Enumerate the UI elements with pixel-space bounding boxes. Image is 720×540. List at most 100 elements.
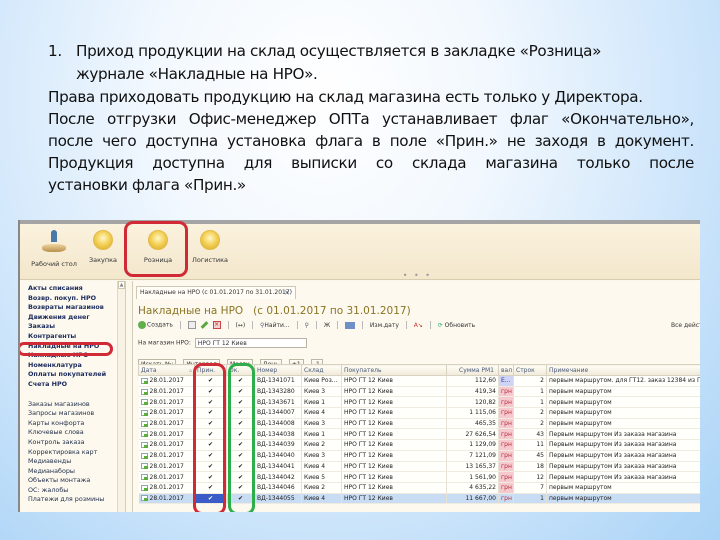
- nav-item[interactable]: Карты конфорта: [20, 419, 125, 429]
- print-button[interactable]: [345, 321, 356, 329]
- list-number: 1.: [48, 42, 62, 60]
- paragraph-line: Продукция доступна для выписки со склада…: [48, 154, 694, 172]
- sort-button[interactable]: A↘: [414, 322, 423, 329]
- column-header-note[interactable]: Примечание: [546, 364, 700, 376]
- copy-button[interactable]: [187, 321, 196, 329]
- cell-lines: 2: [513, 375, 547, 387]
- more-indicator[interactable]: • • •: [403, 271, 432, 280]
- separator: [179, 321, 181, 329]
- section-purchasing[interactable]: Закупка: [75, 230, 131, 264]
- scroll-up-icon[interactable]: ▲: [118, 281, 125, 289]
- cell-sum: 13 165,37: [446, 461, 499, 473]
- nav-item[interactable]: Объекты монтажа: [20, 476, 125, 486]
- cell-date: 28.01.2017: [138, 471, 195, 483]
- separator: [296, 321, 298, 329]
- cell-note: Первым маршрутом Из заказа магазина: [546, 439, 700, 451]
- edit-button[interactable]: [200, 321, 209, 329]
- search-cancel-button[interactable]: ⚲: [304, 322, 308, 329]
- delete-button[interactable]: ×: [212, 321, 221, 329]
- column-header-warehouse[interactable]: Склад: [301, 364, 342, 376]
- change-date-button[interactable]: Изм.дату: [370, 322, 399, 329]
- cell-note: Первым маршрутом Из заказа магазина: [546, 428, 700, 441]
- cell-buyer: НРО ГТ 12 Киев: [341, 396, 447, 409]
- date-text: 28.01.2017: [149, 462, 184, 470]
- journal-button[interactable]: Ж: [324, 322, 330, 329]
- close-icon[interactable]: ✕: [284, 287, 290, 299]
- cell-lines: 1: [513, 493, 547, 505]
- cell-warehouse: Киев 3: [301, 418, 342, 430]
- nav-item[interactable]: Ключевые слова: [20, 428, 125, 438]
- cell-buyer: НРО ГТ 12 Киев: [341, 482, 447, 494]
- cell-sum: 120,82: [446, 396, 499, 409]
- document-posted-icon: [140, 431, 148, 438]
- cell-number: ВД-1344042: [254, 471, 302, 483]
- cell-currency: грн: [498, 493, 514, 505]
- cell-note: первым маршрутом. для ГТ12. заказ 12384 …: [546, 375, 700, 387]
- section-desktop[interactable]: Рабочий стол: [26, 230, 82, 268]
- tab-invoices[interactable]: Накладные на НРО (с 01.01.2017 по 31.01.…: [136, 286, 296, 299]
- cell-warehouse: Киев 3: [301, 386, 342, 398]
- link-button[interactable]: (↔): [235, 322, 245, 329]
- column-header-lines[interactable]: Строк: [513, 364, 547, 376]
- cell-currency: грн: [498, 386, 514, 398]
- column-header-buyer[interactable]: Покупатель: [341, 364, 447, 376]
- nav-item[interactable]: ОС: жалобы: [20, 486, 125, 496]
- nav-item[interactable]: Счета НРО: [20, 380, 125, 390]
- document-posted-icon: [140, 399, 148, 406]
- cell-number: ВД-1344046: [254, 482, 302, 494]
- nav-item[interactable]: Корректировка карт: [20, 448, 125, 458]
- cell-date: 28.01.2017: [138, 482, 195, 494]
- nav-item[interactable]: Запросы магазинов: [20, 409, 125, 419]
- nav-item[interactable]: Заказы магазинов: [20, 400, 125, 410]
- cell-warehouse: Киев Роз...: [301, 375, 342, 387]
- paragraph-line: после чего доступна установка флага в по…: [48, 132, 694, 150]
- cell-number: ВД-1344007: [254, 407, 302, 419]
- refresh-button[interactable]: ⟳ Обновить: [438, 322, 475, 329]
- all-actions-button[interactable]: Все действи: [671, 322, 700, 329]
- cell-date: 28.01.2017: [138, 396, 195, 409]
- nav-item[interactable]: Заказы: [20, 322, 125, 332]
- create-button[interactable]: Создать: [138, 321, 173, 329]
- nav-item[interactable]: Медиавенды: [20, 457, 125, 467]
- document-posted-icon: [140, 377, 148, 384]
- column-header-date[interactable]: Дата ▵: [138, 364, 195, 376]
- find-button[interactable]: ⚲Найти...: [260, 322, 290, 329]
- nav-item[interactable]: Акты списания: [20, 284, 125, 294]
- column-header-sum[interactable]: Сумма РМ1: [446, 364, 499, 376]
- nav-item[interactable]: Возвр. покуп. НРО: [20, 294, 125, 304]
- cell-currency: грн: [498, 482, 514, 494]
- nav-item[interactable]: Контроль заказа: [20, 438, 125, 448]
- nav-item[interactable]: Движения денег: [20, 313, 125, 323]
- nav-item[interactable]: Контрагенты: [20, 332, 125, 342]
- column-header-currency[interactable]: вал: [498, 364, 514, 376]
- prin-column-highlight: [193, 363, 226, 512]
- nav-item[interactable]: Медианаборы: [20, 467, 125, 477]
- cell-currency: грн: [498, 407, 514, 419]
- store-filter-input[interactable]: НРО ГТ 12 Киев: [194, 338, 307, 348]
- cell-warehouse: Киев 1: [301, 428, 342, 441]
- section-logistics[interactable]: Логистика: [182, 230, 238, 264]
- nav-item[interactable]: Номенклатура: [20, 361, 125, 371]
- nav-scrollbar[interactable]: ▲: [117, 281, 125, 512]
- cell-number: ВД-1343671: [254, 396, 302, 409]
- desk-lamp-icon: [41, 230, 67, 254]
- cell-currency: грн: [498, 396, 514, 409]
- cell-warehouse: Киев 4: [301, 493, 342, 505]
- cell-lines: 11: [513, 439, 547, 451]
- cell-number: ВД-1341071: [254, 375, 302, 387]
- section-label: Закупка: [88, 256, 118, 264]
- cell-note: первым маршрутом: [546, 407, 700, 419]
- cell-sum: 1 115,06: [446, 407, 499, 419]
- journal-label: Ж: [323, 321, 331, 329]
- section-label: Логистика: [192, 256, 228, 264]
- nav-item[interactable]: Оплаты покупателей: [20, 370, 125, 380]
- cell-sum: 27 626,54: [446, 428, 499, 441]
- nav-item[interactable]: Возвраты магазинов: [20, 303, 125, 313]
- cell-date: 28.01.2017: [138, 450, 195, 462]
- column-header-number[interactable]: Номер: [254, 364, 302, 376]
- sort-asc-icon: ▵: [188, 366, 192, 374]
- form-title: Накладные на НРО (с 01.01.2017 по 31.01.2…: [138, 305, 411, 317]
- date-text: 28.01.2017: [149, 484, 184, 492]
- list-item-line: Приход продукции на склад осуществляется…: [76, 42, 602, 60]
- nav-item[interactable]: Платежи для розмины: [20, 495, 125, 505]
